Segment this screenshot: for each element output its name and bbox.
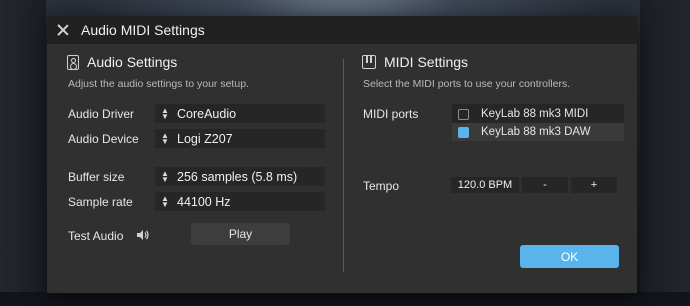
audio-settings-heading: Audio Settings <box>67 54 177 70</box>
tempo-field[interactable]: 120.0 BPM <box>451 177 519 193</box>
ok-button[interactable]: OK <box>520 245 619 268</box>
close-icon[interactable] <box>57 24 69 36</box>
audio-driver-value: CoreAudio <box>177 106 237 121</box>
midi-ports-list: KeyLab 88 mk3 MIDI KeyLab 88 mk3 DAW <box>452 104 624 141</box>
midi-settings-title: MIDI Settings <box>384 54 469 70</box>
dialog-title: Audio MIDI Settings <box>81 22 205 38</box>
buffer-size-value: 256 samples (5.8 ms) <box>177 169 298 184</box>
audio-device-select[interactable]: ▲ ▼ Logi Z207 <box>155 129 325 148</box>
audio-driver-select[interactable]: ▲ ▼ CoreAudio <box>155 104 325 123</box>
test-audio-label: Test Audio <box>68 229 124 243</box>
midi-settings-heading: MIDI Settings <box>362 54 468 70</box>
speaker-icon <box>67 54 79 70</box>
play-button[interactable]: Play <box>191 223 290 245</box>
sample-rate-value: 44100 Hz <box>177 194 231 209</box>
dialog-titlebar: Audio MIDI Settings <box>47 16 637 44</box>
tempo-increase-button[interactable]: + <box>571 177 617 193</box>
buffer-size-label: Buffer size <box>68 170 125 184</box>
chevron-updown-icon: ▲ ▼ <box>161 168 169 184</box>
midi-port-item[interactable]: KeyLab 88 mk3 MIDI <box>452 105 624 123</box>
chevron-updown-icon: ▲ ▼ <box>161 130 169 146</box>
tempo-decrease-button[interactable]: - <box>522 177 568 193</box>
audio-device-value: Logi Z207 <box>177 131 233 146</box>
background-panel-right <box>640 0 690 306</box>
midi-port-name: KeyLab 88 mk3 MIDI <box>481 108 589 120</box>
midi-port-item[interactable]: KeyLab 88 mk3 DAW <box>452 123 624 141</box>
audio-device-label: Audio Device <box>68 132 139 146</box>
background-panel-left <box>0 0 46 306</box>
buffer-size-select[interactable]: ▲ ▼ 256 samples (5.8 ms) <box>155 167 325 186</box>
chevron-updown-icon: ▲ ▼ <box>161 105 169 121</box>
chevron-updown-icon: ▲ ▼ <box>161 193 169 209</box>
audio-settings-subtitle: Adjust the audio settings to your setup. <box>68 78 249 90</box>
sample-rate-label: Sample rate <box>68 195 133 209</box>
section-divider <box>343 59 344 272</box>
speaker-volume-icon <box>137 230 149 240</box>
audio-midi-settings-dialog: Audio MIDI Settings Audio Settings Adjus… <box>47 16 637 293</box>
midi-port-checkbox[interactable] <box>458 126 469 138</box>
audio-settings-title: Audio Settings <box>87 54 178 70</box>
midi-ports-label: MIDI ports <box>363 107 419 121</box>
midi-settings-subtitle: Select the MIDI ports to use your contro… <box>363 78 571 90</box>
tempo-label: Tempo <box>363 179 400 193</box>
midi-port-checkbox[interactable] <box>458 108 469 120</box>
audio-driver-label: Audio Driver <box>68 107 135 121</box>
midi-port-name: KeyLab 88 mk3 DAW <box>481 126 591 138</box>
sample-rate-select[interactable]: ▲ ▼ 44100 Hz <box>155 192 325 211</box>
piano-keys-icon <box>362 55 376 69</box>
background-bottom-band <box>0 292 690 306</box>
